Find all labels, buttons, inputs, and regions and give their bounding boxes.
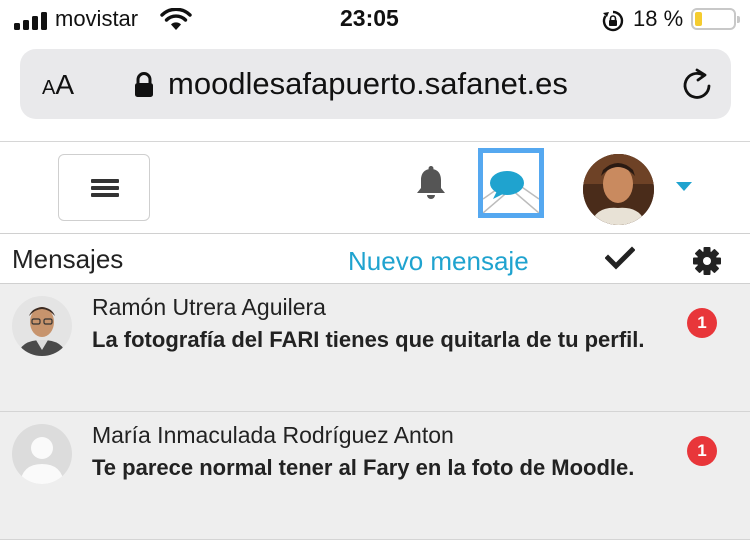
address-bar[interactable]: AA moodlesafapuerto.safanet.es — [20, 49, 731, 119]
unread-count-badge: 1 — [687, 436, 717, 466]
message-icon — [483, 171, 539, 213]
nav-drawer-button[interactable] — [58, 154, 150, 221]
status-bar: movistar 23:05 18 % — [0, 0, 750, 40]
bell-icon[interactable] — [414, 166, 448, 202]
messages-header: Mensajes Nuevo mensaje — [0, 234, 750, 284]
clock: 23:05 — [340, 5, 399, 31]
hamburger-menu-icon — [91, 179, 119, 183]
reload-icon[interactable] — [680, 67, 714, 103]
unread-count-badge: 1 — [687, 308, 717, 338]
panel-title: Mensajes — [12, 244, 124, 274]
caret-down-icon[interactable] — [676, 182, 692, 191]
message-drawer-toggle[interactable] — [478, 148, 544, 218]
new-message-link[interactable]: Nuevo mensaje — [348, 246, 529, 277]
message-preview: La fotografía del FARI tienes que quitar… — [92, 327, 645, 352]
message-item[interactable]: Ramón Utrera Aguilera La fotografía del … — [0, 284, 750, 412]
url-text[interactable]: moodlesafapuerto.safanet.es — [168, 66, 568, 102]
message-item[interactable]: María Inmaculada Rodríguez Anton Te pare… — [0, 412, 750, 540]
rotation-lock-icon — [602, 10, 624, 32]
text-size-button[interactable]: AA — [42, 69, 74, 101]
messages-panel: Mensajes Nuevo mensaje Ramón Utrera Agui… — [0, 233, 750, 541]
cellular-signal-icon — [14, 12, 48, 30]
default-avatar-icon — [12, 424, 72, 484]
sender-avatar — [12, 296, 72, 356]
gear-icon[interactable] — [692, 246, 722, 276]
user-avatar[interactable] — [583, 154, 654, 225]
battery-percent: 18 % — [633, 6, 684, 31]
battery-icon — [691, 8, 740, 30]
browser-divider — [0, 141, 750, 142]
message-preview: Te parece normal tener al Fary en la fot… — [92, 455, 635, 480]
sender-name: Ramón Utrera Aguilera — [92, 294, 326, 320]
wifi-icon — [160, 8, 192, 30]
sender-name: María Inmaculada Rodríguez Anton — [92, 422, 454, 448]
mark-all-read-icon[interactable] — [605, 246, 635, 270]
carrier-name: movistar — [55, 6, 139, 31]
lock-icon — [135, 72, 153, 97]
